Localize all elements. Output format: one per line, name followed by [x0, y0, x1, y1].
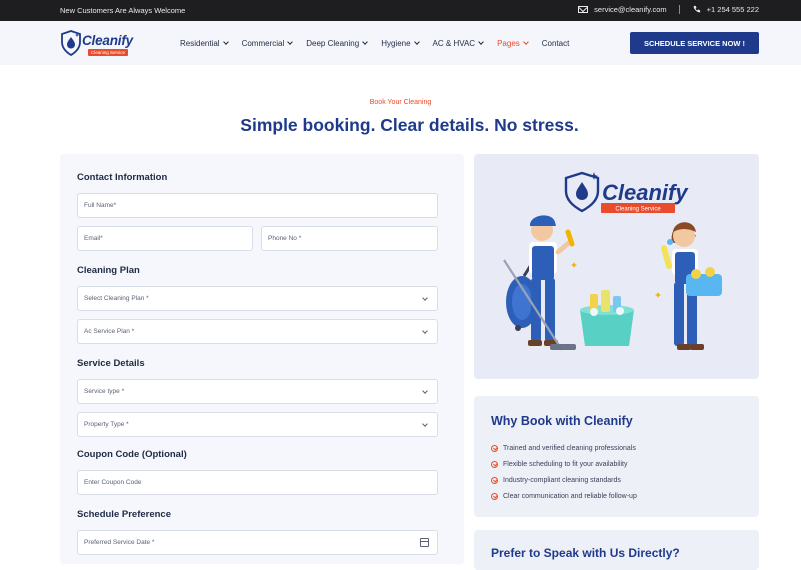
nav-residential[interactable]: Residential — [180, 39, 229, 48]
check-circle-icon — [491, 444, 498, 452]
illustration-logo-icon — [564, 171, 600, 213]
date-placeholder: Preferred Service Date * — [84, 539, 155, 546]
check-circle-icon — [491, 460, 498, 468]
topbar-email-link[interactable]: service@cleanify.com — [594, 5, 667, 14]
chevron-down-icon — [422, 388, 428, 394]
list-item-text: Clear communication and reliable follow-… — [503, 492, 637, 500]
ac-plan-select[interactable]: Ac Service Plan * — [77, 319, 438, 344]
shield-drop-icon — [61, 30, 81, 56]
service-section-title: Service Details — [77, 358, 145, 369]
list-item: Industry-compliant cleaning standards — [491, 472, 637, 488]
divider — [678, 5, 680, 14]
service-type-select[interactable]: Service type * — [77, 379, 438, 404]
nav-label: AC & HVAC — [432, 39, 476, 48]
list-item: Clear communication and reliable follow-… — [491, 488, 637, 504]
select-value: Service type * — [84, 388, 125, 395]
nav-deep-cleaning[interactable]: Deep Cleaning — [306, 39, 369, 48]
list-item-text: Flexible scheduling to fit your availabi… — [503, 460, 628, 468]
chevron-down-icon — [362, 39, 369, 45]
phone-input[interactable]: Phone No * — [261, 226, 438, 251]
booking-form: Contact Information Full Name* Email* Ph… — [60, 154, 464, 564]
illustration-tagline: Cleaning Service — [615, 207, 661, 213]
list-item-text: Trained and verified cleaning profession… — [503, 444, 636, 452]
nav-label: Contact — [541, 39, 570, 48]
contact-direct-card: Prefer to Speak with Us Directly? — [474, 530, 759, 570]
list-item: Flexible scheduling to fit your availabi… — [491, 456, 637, 472]
list-item-text: Industry-compliant cleaning standards — [503, 476, 621, 484]
select-value: Ac Service Plan * — [84, 328, 135, 335]
plan-section-title: Cleaning Plan — [77, 265, 140, 276]
section-eyebrow: Book Your Cleaning — [369, 99, 432, 106]
main-nav: Residential Commercial Deep Cleaning Hyg… — [180, 39, 583, 48]
cleaning-bucket — [580, 290, 634, 346]
date-input[interactable]: Preferred Service Date * — [77, 530, 438, 555]
check-circle-icon — [491, 492, 498, 500]
list-item: Trained and verified cleaning profession… — [491, 440, 637, 456]
illustration-card: Cleanify Cleaning Service — [474, 154, 759, 379]
chevron-down-icon — [422, 295, 428, 301]
email-input[interactable]: Email* — [77, 226, 253, 251]
schedule-section-title: Schedule Preference — [77, 509, 171, 520]
select-value: Property Type * — [84, 421, 129, 428]
why-list: Trained and verified cleaning profession… — [491, 440, 637, 504]
topbar-phone-link[interactable]: +1 254 555 222 — [707, 5, 759, 14]
mail-icon — [578, 6, 589, 13]
nav-label: Pages — [497, 39, 520, 48]
nav-pages[interactable]: Pages — [497, 39, 529, 48]
nav-label: Deep Cleaning — [306, 39, 360, 48]
chevron-down-icon — [522, 39, 529, 45]
chevron-down-icon — [422, 421, 428, 427]
coupon-input[interactable]: Enter Coupon Code — [77, 470, 438, 495]
chevron-down-icon — [422, 328, 428, 334]
chevron-down-icon — [413, 39, 420, 45]
chevron-down-icon — [287, 39, 294, 45]
calendar-icon[interactable] — [420, 538, 429, 547]
chevron-down-icon — [222, 39, 229, 45]
property-type-select[interactable]: Property Type * — [77, 412, 438, 437]
contact-section-title: Contact Information — [77, 172, 168, 183]
welcome-text: New Customers Are Always Welcome — [60, 6, 186, 15]
nav-contact[interactable]: Contact — [542, 39, 570, 48]
nav-commercial[interactable]: Commercial — [241, 39, 294, 48]
chevron-down-icon — [478, 39, 484, 45]
nav-label: Hygiene — [381, 39, 411, 48]
schedule-service-button[interactable]: SCHEDULE SERVICE NOW ! — [630, 32, 759, 54]
contact-direct-title: Prefer to Speak with Us Directly? — [491, 546, 680, 560]
top-bar: New Customers Are Always Welcome service… — [0, 0, 801, 21]
nav-label: Residential — [180, 39, 220, 48]
cleaner-woman — [661, 222, 722, 350]
illustration-brand: Cleanify — [602, 180, 689, 205]
nav-label: Commercial — [241, 39, 285, 48]
coupon-section-title: Coupon Code (Optional) — [77, 449, 187, 460]
topbar-contact: service@cleanify.com +1 254 555 222 — [578, 5, 759, 14]
why-book-card: Why Book with Cleanify Trained and verif… — [474, 396, 759, 517]
logo-tagline: Cleaning Service — [88, 49, 129, 56]
full-name-input[interactable]: Full Name* — [77, 193, 438, 218]
select-value: Select Cleaning Plan * — [84, 295, 149, 302]
logo[interactable]: Cleanify Cleaning Service — [60, 29, 138, 59]
why-title: Why Book with Cleanify — [491, 414, 633, 428]
site-header: Cleanify Cleaning Service Residential Co… — [0, 21, 801, 65]
logo-wordmark: Cleanify — [82, 33, 133, 48]
check-circle-icon — [491, 476, 498, 484]
nav-hygiene[interactable]: Hygiene — [381, 39, 420, 48]
phone-icon — [693, 5, 700, 13]
nav-ac-hvac[interactable]: AC & HVAC — [433, 39, 484, 48]
cleaning-plan-select[interactable]: Select Cleaning Plan * — [77, 286, 438, 311]
cleaners-illustration: Cleanify Cleaning Service — [503, 171, 722, 351]
page-title: Simple booking. Clear details. No stress… — [240, 115, 579, 135]
